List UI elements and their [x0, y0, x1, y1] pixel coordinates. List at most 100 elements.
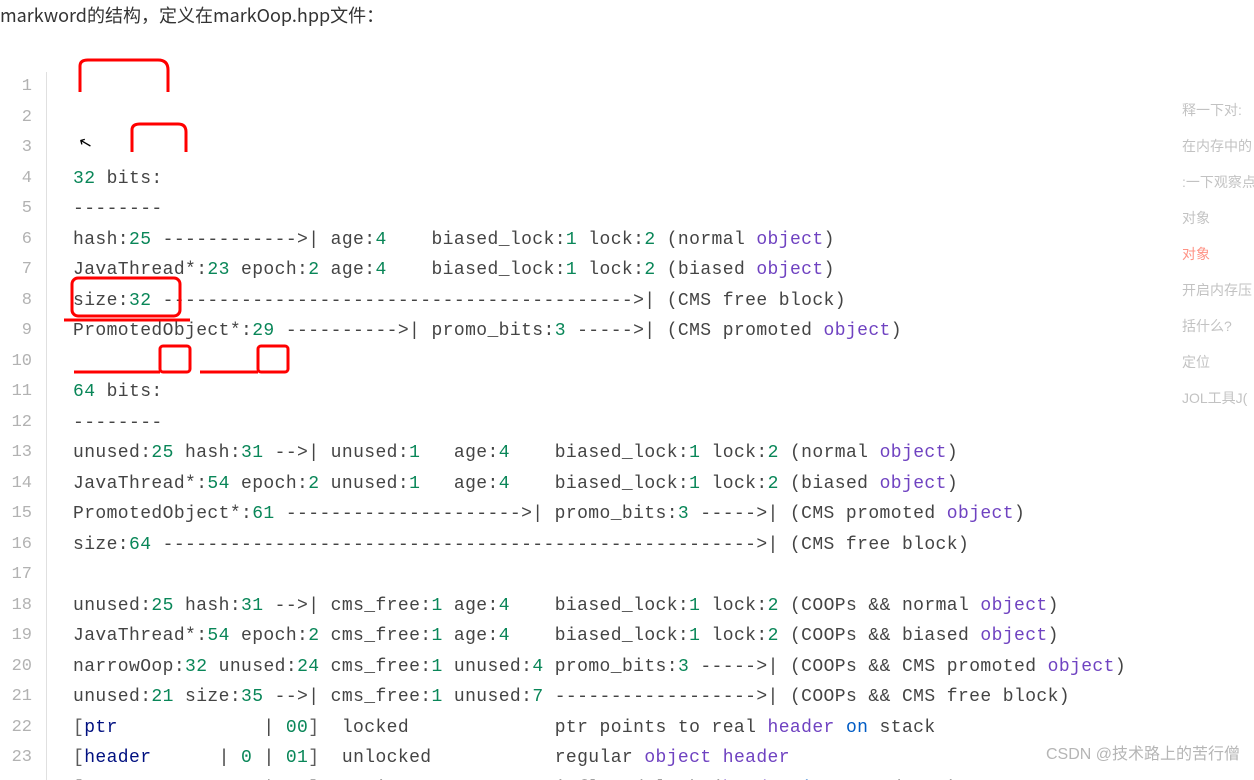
code-token: ) — [947, 443, 958, 463]
code-token: ) — [1115, 657, 1126, 677]
code-token: object — [980, 596, 1047, 616]
line-number: 12 — [4, 408, 32, 439]
code-token: object — [980, 626, 1047, 646]
code-line: [header | 0 | 01] unlocked regular objec… — [73, 743, 1126, 774]
code-token: JavaThread*: — [73, 260, 207, 280]
code-token: -------- — [73, 413, 163, 433]
code-token: object — [756, 230, 823, 250]
code-token: (biased — [656, 260, 757, 280]
code-token: bits: — [95, 169, 162, 189]
code-token: object — [644, 748, 711, 768]
code-token: 32 — [73, 169, 95, 189]
code-token: header — [768, 718, 835, 738]
code-token: size: — [73, 535, 129, 555]
code-token: age: — [420, 474, 498, 494]
code-token: 24 — [297, 657, 319, 677]
code-token: 3 — [555, 321, 566, 341]
code-token — [835, 718, 846, 738]
code-token: | — [151, 748, 241, 768]
code-token: on — [846, 718, 868, 738]
code-token: (COOPs && biased — [779, 626, 981, 646]
code-token: biased_lock: — [510, 443, 689, 463]
page: markword的结构，定义在markOop.hpp文件： 1234567891… — [0, 0, 1254, 780]
code-token: 25 — [151, 443, 173, 463]
code-line: 32 bits: — [73, 164, 1126, 195]
right-sidebar: 释一下对:在内存中的:一下观察点对象对象开启内存压括什么?定位JOL工具J( — [1182, 92, 1254, 416]
code-line: narrowOop:32 unused:24 cms_free:1 unused… — [73, 652, 1126, 683]
code-token: 2 — [644, 260, 655, 280]
code-token: epoch: — [230, 626, 308, 646]
sidebar-item: 括什么? — [1182, 308, 1254, 344]
code-token: 64 — [129, 535, 151, 555]
line-number: 23 — [4, 743, 32, 774]
code-token: object — [880, 443, 947, 463]
code-token: 1 — [566, 260, 577, 280]
code-token: 61 — [252, 504, 274, 524]
code-token: 4 — [499, 443, 510, 463]
code-token: 0 — [241, 748, 252, 768]
code-token: ) — [1048, 626, 1059, 646]
code-token: 1 — [689, 596, 700, 616]
code-token: [ — [73, 748, 84, 768]
code-token — [73, 565, 84, 585]
line-number: 4 — [4, 164, 32, 195]
code-token: cms_free: — [319, 657, 431, 677]
code-token — [712, 748, 723, 768]
code-token: ] — [308, 718, 319, 738]
code-token: unused: — [319, 474, 409, 494]
sidebar-item: :一下观察点 — [1182, 164, 1254, 200]
code-token: ) — [947, 474, 958, 494]
code-token: 64 — [73, 382, 95, 402]
line-number: 1 — [4, 72, 32, 103]
code-token: hash: — [174, 443, 241, 463]
code-token: 25 — [129, 230, 151, 250]
code-token: cms_free: — [319, 626, 431, 646]
line-number: 8 — [4, 286, 32, 317]
code-token: 32 — [129, 291, 151, 311]
code-token: ------------------>| (COOPs && CMS free … — [544, 687, 1070, 707]
code-token: epoch: — [230, 474, 308, 494]
sidebar-item: 对象 — [1182, 200, 1254, 236]
code-token: 01 — [286, 748, 308, 768]
code-token: lock: — [700, 596, 767, 616]
code-token: ptr — [84, 718, 118, 738]
code-token: ) — [891, 321, 902, 341]
sidebar-item: 定位 — [1182, 344, 1254, 380]
code-token: age: — [420, 443, 498, 463]
code-token: biased_lock: — [510, 474, 689, 494]
code-line — [73, 560, 1126, 591]
code-token: (COOPs && normal — [779, 596, 981, 616]
line-number: 19 — [4, 621, 32, 652]
code-token: age: — [319, 260, 375, 280]
code-token: ) — [824, 260, 835, 280]
code-token: narrowOop: — [73, 657, 185, 677]
code-token: promo_bits: — [544, 657, 678, 677]
code-block: 1234567891011121314151617181920212223 ↖ … — [4, 72, 1126, 780]
sidebar-item: 在内存中的 — [1182, 128, 1254, 164]
mouse-cursor-icon: ↖ — [75, 128, 96, 161]
code-token: 31 — [241, 443, 263, 463]
code-token: PromotedObject*: — [73, 321, 252, 341]
code-token: object — [824, 321, 891, 341]
code-token: ------------>| age: — [151, 230, 375, 250]
code-token: 2 — [308, 474, 319, 494]
code-token: 4 — [532, 657, 543, 677]
code-token: unused: — [443, 687, 533, 707]
code-token: 54 — [207, 474, 229, 494]
code-token: (biased — [779, 474, 880, 494]
code-token: locked ptr points to real — [319, 718, 767, 738]
code-token: unused: — [73, 596, 151, 616]
code-line: size:32 --------------------------------… — [73, 286, 1126, 317]
code-token: header — [723, 748, 790, 768]
code-line: unused:25 hash:31 -->| unused:1 age:4 bi… — [73, 438, 1126, 469]
code-token: 1 — [409, 443, 420, 463]
code-line: JavaThread*:54 epoch:2 cms_free:1 age:4 … — [73, 621, 1126, 652]
code-token: lock: — [700, 626, 767, 646]
code-line: hash:25 ------------>| age:4 biased_lock… — [73, 225, 1126, 256]
code-token: epoch: — [230, 260, 308, 280]
line-number: 14 — [4, 469, 32, 500]
code-token: unused: — [207, 657, 297, 677]
line-number: 3 — [4, 133, 32, 164]
watermark-text: CSDN @技术路上的苦行僧 — [1046, 740, 1240, 771]
code-token: 7 — [532, 687, 543, 707]
